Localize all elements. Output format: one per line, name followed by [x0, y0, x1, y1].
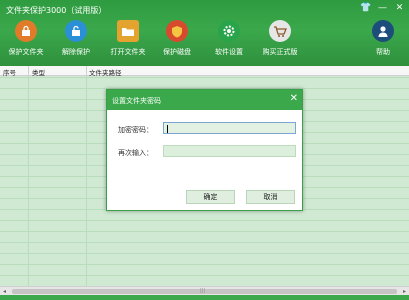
lock-icon	[15, 20, 37, 42]
open-folder-label: 打开文件夹	[110, 48, 146, 56]
unprotect-label: 解除保护	[62, 48, 90, 56]
open-folder-button[interactable]: 打开文件夹	[105, 20, 151, 66]
buy-button[interactable]: 购买正式版	[257, 20, 303, 66]
unlock-icon	[65, 20, 87, 42]
help-button[interactable]: 帮助	[360, 20, 406, 66]
protect-disk-button[interactable]: 保护磁盘	[154, 20, 200, 66]
protect-disk-label: 保护磁盘	[163, 48, 191, 56]
toolbar: 保护文件夹 解除保护 打开文件夹 保护磁盘 软件设置 购买正式版 帮助	[0, 20, 409, 66]
folder-icon	[117, 20, 139, 42]
scroll-grip-icon: |||	[200, 288, 206, 294]
cancel-button[interactable]: 取消	[246, 190, 295, 204]
protect-folder-label: 保护文件夹	[8, 48, 44, 56]
column-divider[interactable]	[28, 66, 29, 76]
table-header: 序号 类型 文件夹路径	[0, 66, 409, 77]
confirm-password-field[interactable]	[163, 145, 296, 157]
unprotect-button[interactable]: 解除保护	[53, 20, 99, 66]
password-label: 加密密码：	[118, 126, 153, 134]
cart-icon	[269, 20, 291, 42]
column-divider[interactable]	[86, 66, 87, 76]
user-help-icon	[372, 20, 394, 42]
shield-icon	[166, 20, 188, 42]
title-bar: 文件夹保护3000（试用版） 👕 — ✕ 保护文件夹 解除保护 打开文件夹 保护…	[0, 0, 409, 68]
dialog-title: 设置文件夹密码	[112, 97, 161, 105]
status-bar	[0, 295, 409, 300]
window-controls: 👕 — ✕	[360, 3, 405, 14]
help-label: 帮助	[376, 48, 390, 56]
set-password-dialog: 设置文件夹密码 ✕ 加密密码： 再次输入： 确定 取消	[106, 89, 303, 211]
dialog-close-icon[interactable]: ✕	[290, 94, 298, 104]
protect-folder-button[interactable]: 保护文件夹	[3, 20, 49, 66]
text-caret	[167, 125, 168, 133]
ok-button[interactable]: 确定	[186, 190, 235, 204]
window-title: 文件夹保护3000（试用版）	[6, 6, 107, 15]
minimize-button[interactable]: —	[377, 3, 388, 14]
password-field[interactable]	[163, 122, 296, 134]
skin-button[interactable]: 👕	[360, 3, 371, 14]
settings-label: 软件设置	[215, 48, 243, 56]
buy-label: 购买正式版	[262, 48, 298, 56]
settings-button[interactable]: 软件设置	[206, 20, 252, 66]
dialog-title-bar: 设置文件夹密码 ✕	[107, 90, 302, 110]
confirm-password-label: 再次输入：	[118, 149, 153, 157]
close-button[interactable]: ✕	[394, 3, 405, 14]
gear-icon	[218, 20, 240, 42]
horizontal-scrollbar[interactable]: ◂ ||| ▸	[0, 286, 409, 295]
